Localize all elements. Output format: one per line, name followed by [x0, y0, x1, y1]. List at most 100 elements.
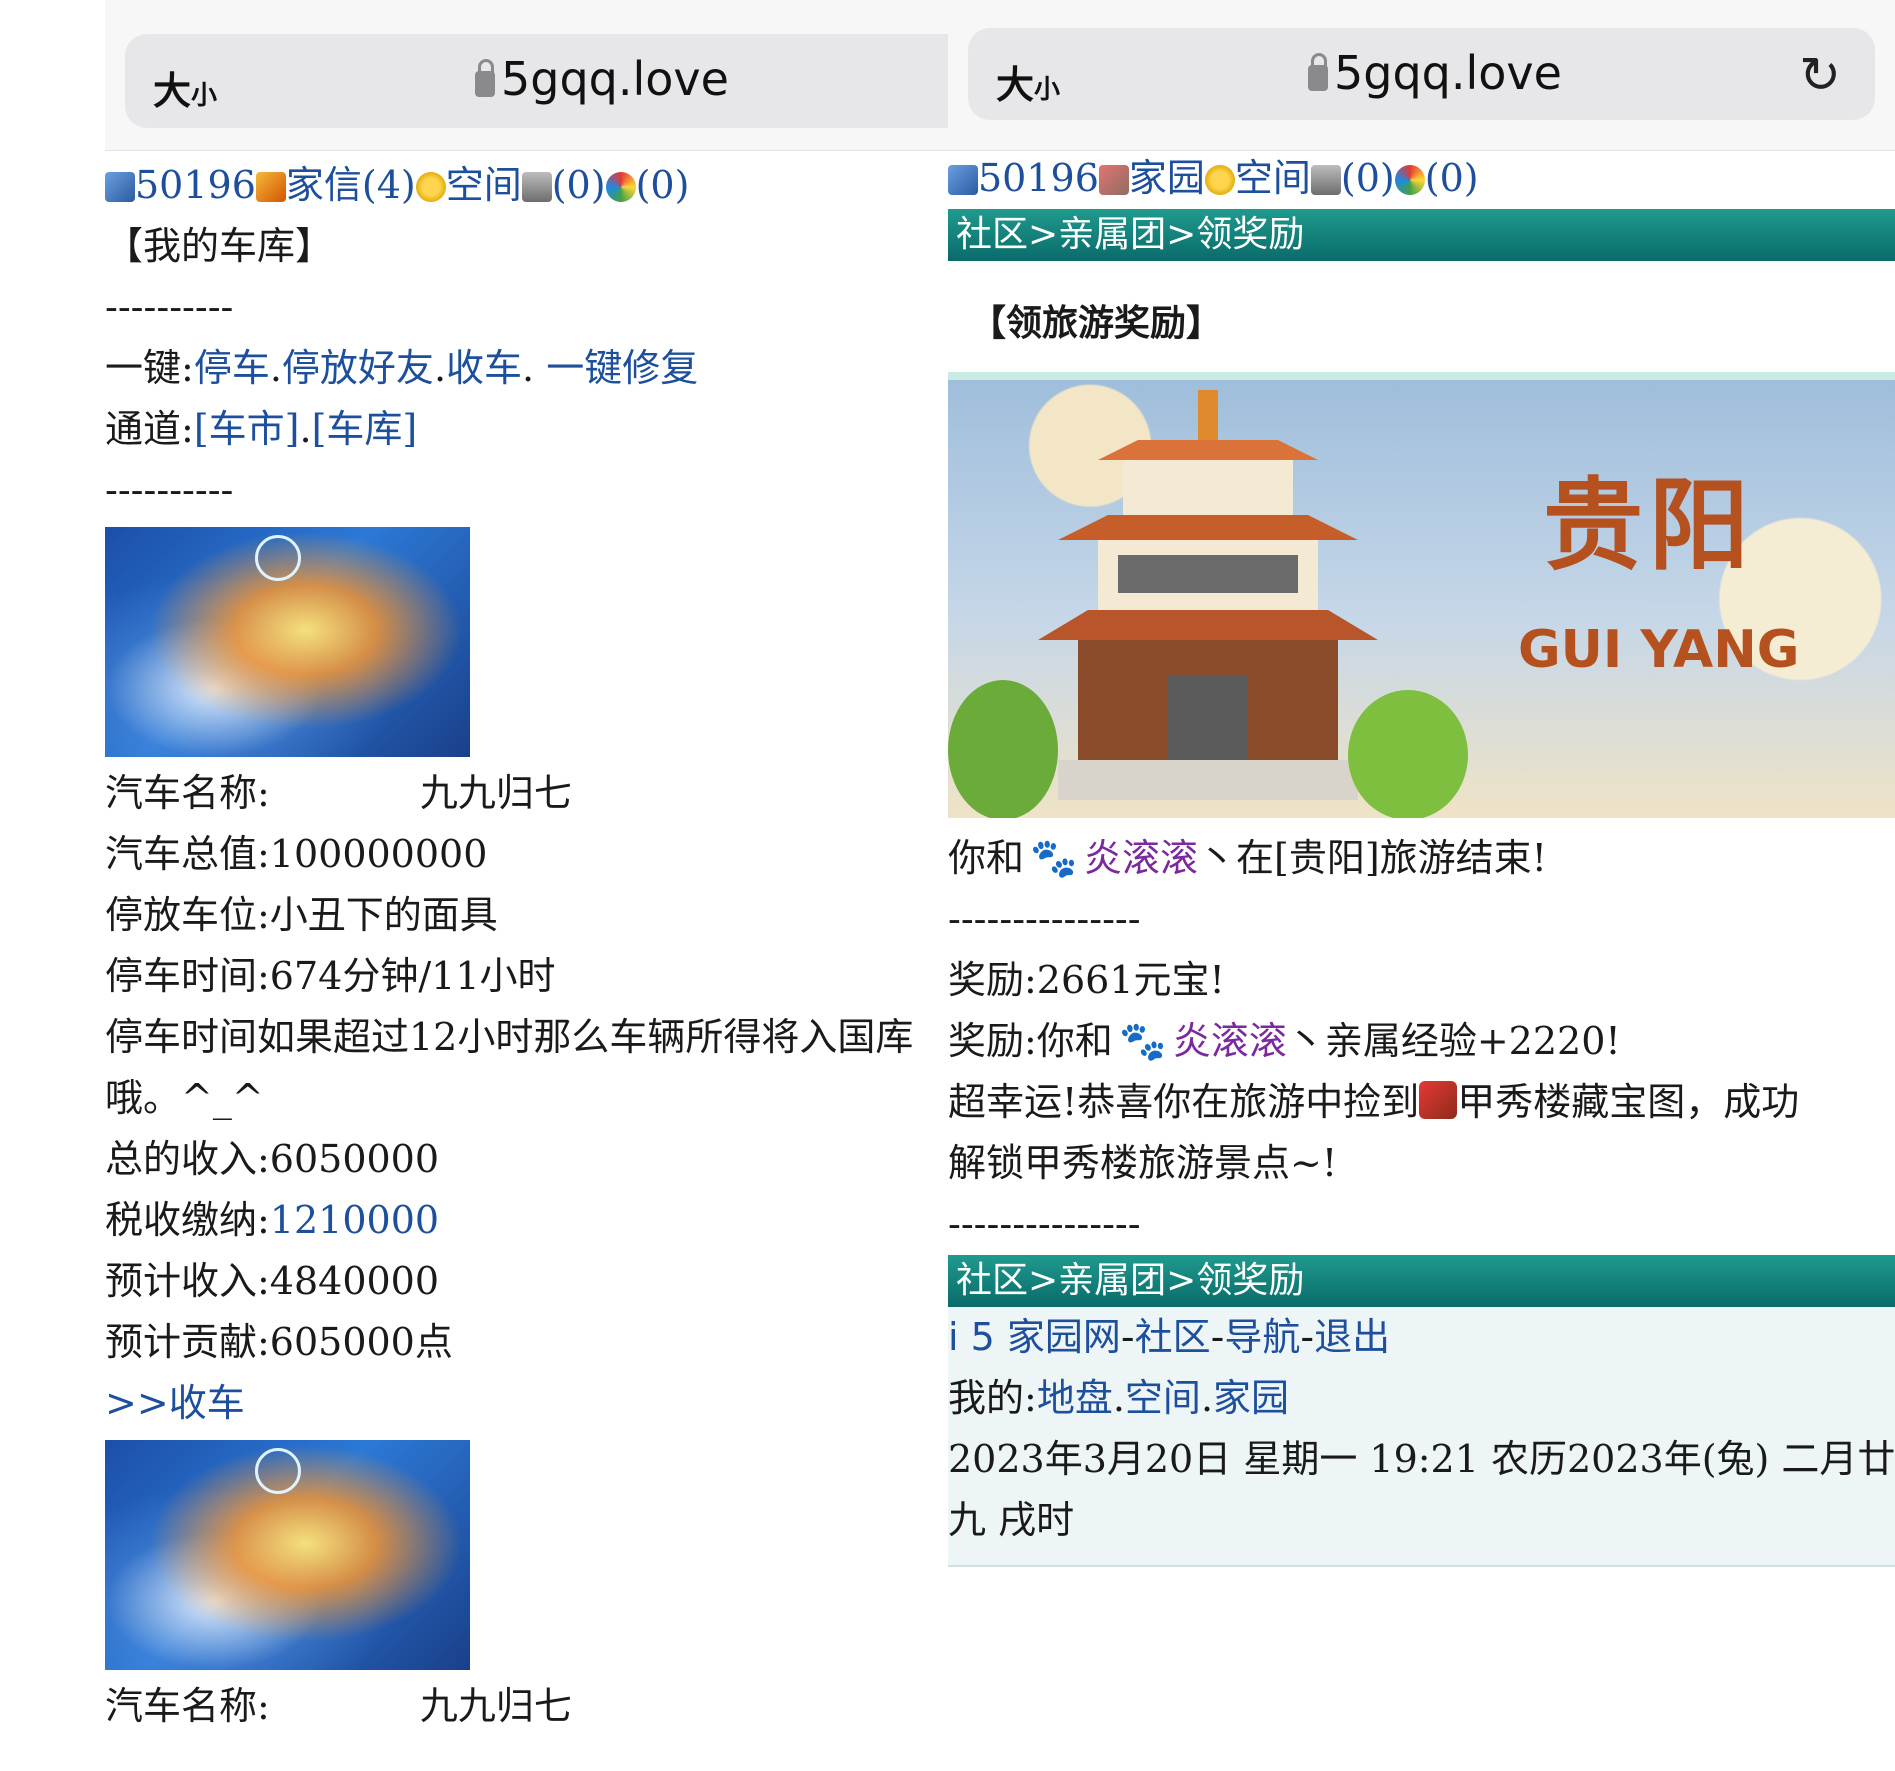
left-screenshot: 大小 5gqq.love 50196 家信(4) 空间 (0) (0) 【我的车库】 -… — [105, 0, 948, 1771]
paw-icon: 🐾 — [1030, 836, 1078, 880]
land-link[interactable]: 地盘 — [1037, 1376, 1113, 1420]
my-links: 我的:地盘.空间.家园 — [948, 1376, 1290, 1420]
address-bar[interactable]: 大小 5gqq.love — [125, 34, 948, 128]
bank-icon — [521, 172, 552, 202]
user-id-link[interactable]: 50196 — [135, 163, 256, 207]
logout-link[interactable]: 退出 — [1314, 1315, 1390, 1359]
treasure-map-icon — [1419, 1081, 1458, 1119]
home-icon — [1098, 165, 1129, 195]
parking-warning: 停车时间如果超过12小时那么车辆所得将入国库 — [105, 1015, 914, 1059]
channel-prefix: 通道: — [105, 407, 194, 451]
lock-icon — [475, 59, 495, 97]
pagoda-illustration — [1038, 390, 1378, 800]
right-screenshot: 大小 5gqq.love ↻ 50196 家园 空间 (0) (0) 社区>亲属团>领奖… — [948, 0, 1895, 1771]
wheel-icon — [1394, 165, 1425, 195]
car-name-label: 汽车名称: — [105, 1684, 270, 1728]
separator: --------------- — [948, 1202, 1141, 1246]
lucky-message-line2: 解锁甲秀楼旅游景点~! — [948, 1141, 1338, 1185]
address-bar[interactable]: 大小 5gqq.love ↻ — [968, 28, 1875, 120]
brand-logo-icon — [255, 1448, 301, 1494]
datetime-tail: 九 戌时 — [948, 1498, 1075, 1542]
page-content: 50196 家园 空间 (0) (0) 社区>亲属团>领奖励 【领旅游奖励】 贵阳 GU… — [948, 148, 1895, 1567]
quick-prefix: 一键: — [105, 346, 194, 390]
text-size-button[interactable]: 大小 — [996, 54, 1060, 109]
trip-end-message: 你和 🐾 炎滚滚丶在[贵阳]旅游结束! — [948, 828, 1895, 889]
car-name-value: 九九归七 — [419, 1684, 572, 1728]
relative-username[interactable]: 炎滚滚 — [1173, 1019, 1287, 1063]
banner-city-en: GUI YANG — [1518, 620, 1800, 680]
paw-icon: 🐾 — [1119, 1019, 1167, 1063]
separator: ---------- — [105, 285, 234, 329]
expected-income: 预计收入:4840000 — [105, 1259, 440, 1303]
star-icon — [415, 172, 446, 202]
star-icon — [1204, 165, 1235, 195]
park-friend-link[interactable]: 停放好友 — [282, 346, 434, 390]
space-link[interactable]: 空间 — [446, 163, 522, 207]
wheel-icon — [605, 172, 636, 202]
wheel-link[interactable]: (0) — [636, 163, 690, 207]
collect-car-button[interactable]: 收车 — [169, 1381, 245, 1425]
browser-chrome: 大小 5gqq.love — [105, 0, 948, 151]
home-link[interactable]: 家园 — [1129, 156, 1205, 200]
tree-right — [1348, 690, 1468, 818]
car-market-link[interactable]: [车市] — [194, 407, 300, 451]
user-icon — [105, 172, 135, 202]
banner-city-cn: 贵阳 — [1543, 467, 1755, 584]
result-message: 你和 🐾 炎滚滚丶在[贵阳]旅游结束! --------------- 奖励:266… — [948, 828, 1895, 1255]
text-size-button[interactable]: 大小 — [153, 60, 217, 115]
mail-link[interactable]: 家信(4) — [286, 163, 416, 207]
site-home-link[interactable]: i 5 家园网 — [948, 1315, 1121, 1359]
footer-nav: i 5 家园网-社区-导航-退出 — [948, 1315, 1391, 1359]
garage-link[interactable]: [车库] — [312, 407, 418, 451]
user-icon — [948, 165, 978, 195]
my-home-link[interactable]: 家园 — [1213, 1376, 1289, 1420]
park-link[interactable]: 停车 — [194, 346, 270, 390]
my-space-link[interactable]: 空间 — [1125, 1376, 1201, 1420]
total-income: 总的收入:6050000 — [105, 1137, 440, 1181]
bank-link[interactable]: (0) — [1341, 156, 1395, 200]
topbar: 50196 家园 空间 (0) (0) — [948, 148, 1895, 209]
tax-label: 税收缴纳: — [105, 1198, 270, 1242]
car-name-row: 汽车名称: 九九归七 — [105, 763, 948, 824]
bank-link[interactable]: (0) — [552, 163, 606, 207]
footer-breadcrumb[interactable]: 社区>亲属团>领奖励 — [948, 1255, 1895, 1307]
url-host[interactable]: 5gqq.love — [1308, 46, 1562, 100]
url-host[interactable]: 5gqq.love — [475, 52, 729, 106]
reward-exp: 奖励:你和 🐾 炎滚滚丶亲属经验+2220! — [948, 1011, 1895, 1072]
space-link[interactable]: 空间 — [1235, 156, 1311, 200]
lock-icon — [1308, 53, 1328, 91]
parking-spot: 停放车位:小丑下的面具 — [105, 893, 498, 937]
separator: --------------- — [948, 897, 1141, 941]
community-link[interactable]: 社区 — [1135, 1315, 1211, 1359]
topbar: 50196 家信(4) 空间 (0) (0) — [105, 155, 948, 216]
wheel-link[interactable]: (0) — [1425, 156, 1479, 200]
separator: ---------- — [105, 468, 234, 512]
page-title: 【我的车库】 — [105, 224, 334, 268]
car-total-value: 汽车总值:100000000 — [105, 832, 488, 876]
tax-value-link[interactable]: 1210000 — [270, 1198, 439, 1242]
car-image — [105, 527, 470, 757]
user-id-link[interactable]: 50196 — [978, 156, 1099, 200]
browser-chrome: 大小 5gqq.love ↻ — [948, 0, 1895, 151]
bank-icon — [1310, 165, 1341, 195]
relative-username[interactable]: 炎滚滚 — [1084, 836, 1198, 880]
parking-warning-tail: 哦。^_^ — [105, 1076, 264, 1120]
lucky-message: 超幸运!恭喜你在旅游中捡到 甲秀楼藏宝图，成功 — [948, 1080, 1800, 1124]
car-name-row: 汽车名称: 九九归七 — [105, 1676, 948, 1737]
car-image — [105, 1440, 470, 1670]
car-name-label: 汽车名称: — [105, 771, 270, 815]
datetime: 2023年3月20日 星期一 19:21 农历2023年(兔) 二月廿 — [948, 1437, 1895, 1481]
car-name-value: 九九归七 — [419, 771, 572, 815]
collect-prefix[interactable]: >> — [105, 1381, 169, 1425]
mail-icon — [255, 172, 286, 202]
tree-left — [948, 680, 1058, 818]
nav-link[interactable]: 导航 — [1224, 1315, 1300, 1359]
travel-banner-image: 贵阳 GUI YANG — [948, 380, 1895, 818]
repair-all-link[interactable]: 一键修复 — [546, 346, 698, 390]
reload-icon[interactable]: ↻ — [1799, 46, 1841, 104]
section-title: 【领旅游奖励】 — [948, 261, 1895, 380]
collect-car-link[interactable]: 收车 — [446, 346, 522, 390]
tax-row: 税收缴纳:1210000 — [105, 1190, 948, 1251]
expected-contribution: 预计贡献:605000点 — [105, 1320, 453, 1364]
breadcrumb[interactable]: 社区>亲属团>领奖励 — [948, 209, 1895, 261]
